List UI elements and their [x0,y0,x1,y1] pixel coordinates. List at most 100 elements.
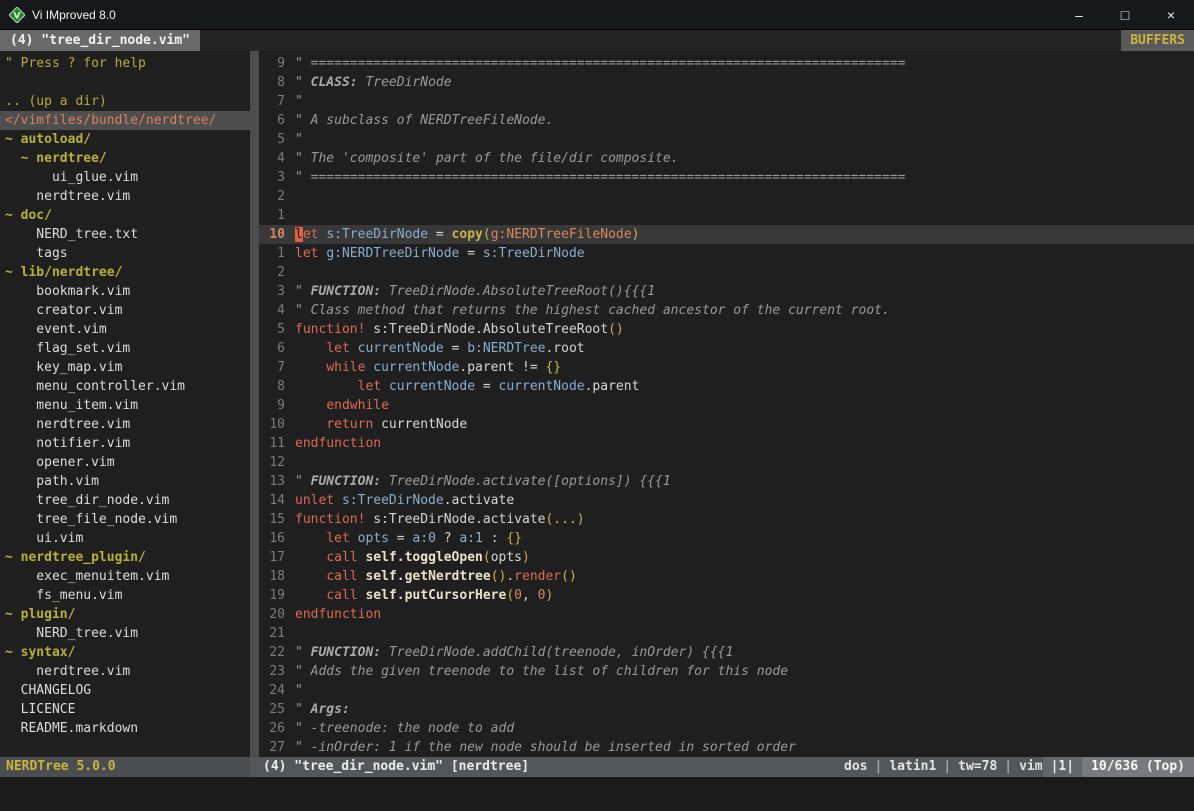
tree-file-item[interactable]: tree_file_node.vim [0,510,250,529]
close-button[interactable]: × [1148,0,1194,29]
code-text: function! s:TreeDirNode.AbsoluteTreeRoot… [295,320,624,339]
editor-line[interactable]: 18 call self.getNerdtree().render() [259,567,1194,586]
vim-logo-icon: V [9,7,25,23]
tree-up-dir-item[interactable]: .. (up a dir) [0,92,250,111]
editor-line-current[interactable]: 10let s:TreeDirNode = copy(g:NERDTreeFil… [259,225,1194,244]
tree-file-item[interactable]: fs_menu.vim [0,586,250,605]
tree-file-item[interactable]: opener.vim [0,453,250,472]
tab-active[interactable]: (4) "tree_dir_node.vim" [0,30,200,51]
maximize-button[interactable]: □ [1102,0,1148,29]
editor-line[interactable]: 8 let currentNode = currentNode.parent [259,377,1194,396]
line-number: 11 [259,434,295,453]
tree-file-item[interactable]: creator.vim [0,301,250,320]
tree-file-item[interactable]: nerdtree.vim [0,415,250,434]
tree-file-item[interactable]: path.vim [0,472,250,491]
editor-line[interactable]: 3" =====================================… [259,168,1194,187]
tree-file-item[interactable]: ui_glue.vim [0,168,250,187]
statusline-pipe: | [997,757,1019,777]
editor-line[interactable]: 27" -inOrder: 1 if the new node should b… [259,738,1194,757]
editor-line[interactable]: 1let g:NERDTreeDirNode = s:TreeDirNode [259,244,1194,263]
tree-file-item[interactable]: NERD_tree.txt [0,225,250,244]
editor-line[interactable]: 7" [259,92,1194,111]
editor-line[interactable]: 8" CLASS: TreeDirNode [259,73,1194,92]
editor-line[interactable]: 9" =====================================… [259,54,1194,73]
editor-line[interactable]: 25" Args: [259,700,1194,719]
editor-line[interactable]: 7 while currentNode.parent != {} [259,358,1194,377]
editor-line[interactable]: 4" Class method that returns the highest… [259,301,1194,320]
line-number: 20 [259,605,295,624]
nerdtree-pane: " Press ? for help .. (up a dir)</vimfile… [0,51,250,757]
line-number: 3 [259,282,295,301]
statusline-separator [250,757,259,777]
editor-line[interactable]: 11endfunction [259,434,1194,453]
tree-file-item[interactable]: ui.vim [0,529,250,548]
code-text: " FUNCTION: TreeDirNode.activate([option… [295,472,671,491]
editor-line[interactable]: 9 endwhile [259,396,1194,415]
tree-file-item[interactable]: notifier.vim [0,434,250,453]
editor-lines: 9" =====================================… [259,54,1194,757]
editor-line[interactable]: 2 [259,187,1194,206]
tree-file-item[interactable]: event.vim [0,320,250,339]
editor-line[interactable]: 20endfunction [259,605,1194,624]
editor-line[interactable]: 16 let opts = a:0 ? a:1 : {} [259,529,1194,548]
editor-line[interactable]: 1 [259,206,1194,225]
tree-root-item[interactable]: </vimfiles/bundle/nerdtree/ [0,111,250,130]
tree-file-item[interactable]: NERD_tree.vim [0,624,250,643]
line-number: 5 [259,130,295,149]
line-number: 26 [259,719,295,738]
editor-line[interactable]: 14unlet s:TreeDirNode.activate [259,491,1194,510]
editor-line[interactable]: 2 [259,263,1194,282]
tree-file-item[interactable]: tree_dir_node.vim [0,491,250,510]
tree-file-item[interactable]: CHANGELOG [0,681,250,700]
editor-line[interactable]: 17 call self.toggleOpen(opts) [259,548,1194,567]
tree-file-item[interactable]: key_map.vim [0,358,250,377]
editor-line[interactable]: 12 [259,453,1194,472]
editor-line[interactable]: 26" -treenode: the node to add [259,719,1194,738]
editor-line[interactable]: 24" [259,681,1194,700]
tree-file-item[interactable]: nerdtree.vim [0,187,250,206]
tree-help-line: " Press ? for help [0,54,250,73]
editor-line[interactable]: 6" A subclass of NERDTreeFileNode. [259,111,1194,130]
statusline-right: dos | latin1 | tw=78 | vim |1| 10/636 (T… [844,757,1194,777]
tree-file-item[interactable]: bookmark.vim [0,282,250,301]
tree-dir-item[interactable]: ~ nerdtree/ [0,149,250,168]
tree-file-item[interactable]: tags [0,244,250,263]
editor-line[interactable]: 4" The 'composite' part of the file/dir … [259,149,1194,168]
statusline: NERDTree 5.0.0 (4) "tree_dir_node.vim" [… [0,757,1194,777]
editor-line[interactable]: 19 call self.putCursorHere(0, 0) [259,586,1194,605]
tree-file-item[interactable]: nerdtree.vim [0,662,250,681]
tree-file-item[interactable]: exec_menuitem.vim [0,567,250,586]
code-text: endwhile [295,396,389,415]
tree-file-item[interactable]: menu_item.vim [0,396,250,415]
tree-dir-item[interactable]: ~ nerdtree_plugin/ [0,548,250,567]
editor-line[interactable]: 10 return currentNode [259,415,1194,434]
command-line[interactable] [0,777,1194,811]
tree-dir-item[interactable]: ~ plugin/ [0,605,250,624]
tree-blank-line [0,73,250,92]
line-number: 9 [259,54,295,73]
line-number: 23 [259,662,295,681]
minimize-button[interactable]: – [1056,0,1102,29]
tree-dir-item[interactable]: ~ syntax/ [0,643,250,662]
editor-line[interactable]: 6 let currentNode = b:NERDTree.root [259,339,1194,358]
tree-dir-item[interactable]: ~ autoload/ [0,130,250,149]
tree-file-item[interactable]: README.markdown [0,719,250,738]
editor-line[interactable]: 5" [259,130,1194,149]
code-text: let currentNode = currentNode.parent [295,377,639,396]
editor-line[interactable]: 5function! s:TreeDirNode.AbsoluteTreeRoo… [259,320,1194,339]
editor-line[interactable]: 3" FUNCTION: TreeDirNode.AbsoluteTreeRoo… [259,282,1194,301]
editor-line[interactable]: 15function! s:TreeDirNode.activate(...) [259,510,1194,529]
tree-file-item[interactable]: flag_set.vim [0,339,250,358]
editor-line[interactable]: 13" FUNCTION: TreeDirNode.activate([opti… [259,472,1194,491]
tree-file-item[interactable]: menu_controller.vim [0,377,250,396]
tree-dir-item[interactable]: ~ doc/ [0,206,250,225]
editor-line[interactable]: 22" FUNCTION: TreeDirNode.addChild(treen… [259,643,1194,662]
code-text: " ======================================… [295,54,905,73]
tree-file-item[interactable]: LICENCE [0,700,250,719]
editor-line[interactable]: 21 [259,624,1194,643]
vertical-split-separator[interactable] [250,51,259,757]
tree-dir-item[interactable]: ~ lib/nerdtree/ [0,263,250,282]
editor-line[interactable]: 23" Adds the given treenode to the list … [259,662,1194,681]
code-text: " CLASS: TreeDirNode [295,73,452,92]
main-area: " Press ? for help .. (up a dir)</vimfile… [0,51,1194,757]
